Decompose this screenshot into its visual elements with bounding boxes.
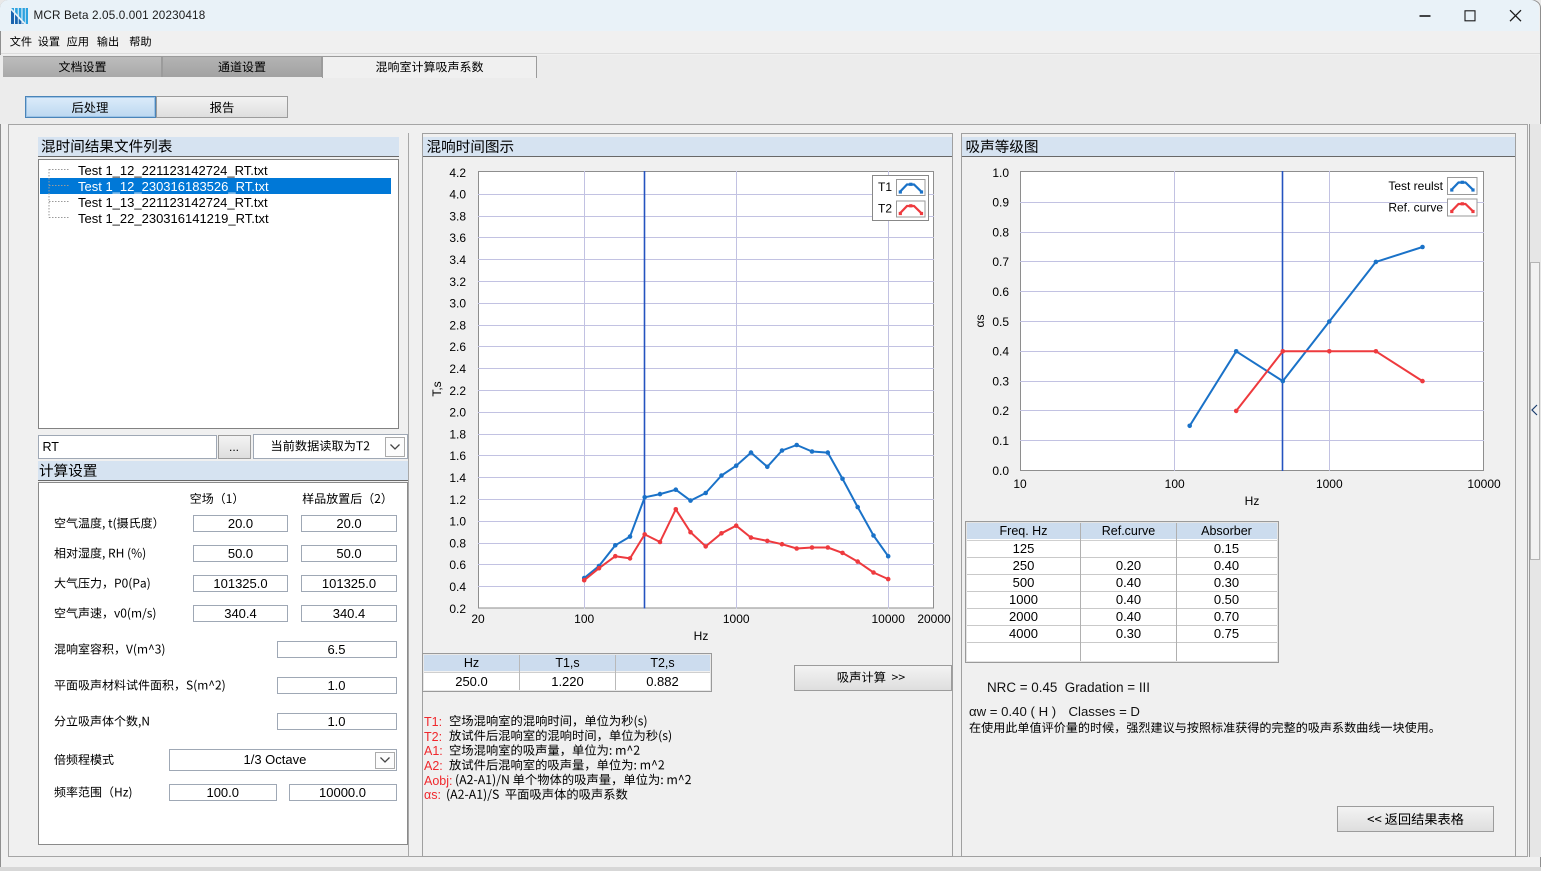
svg-text:100: 100 <box>1165 477 1185 491</box>
svg-text:0.1: 0.1 <box>992 434 1009 448</box>
svg-text:10000: 10000 <box>1467 477 1501 491</box>
svg-text:0.9: 0.9 <box>992 196 1009 210</box>
svg-text:0.0: 0.0 <box>992 464 1009 478</box>
svg-text:0.5: 0.5 <box>992 315 1009 329</box>
svg-text:αs: αs <box>973 315 987 328</box>
svg-text:0.3: 0.3 <box>992 374 1009 388</box>
svg-text:Hz: Hz <box>1245 494 1260 508</box>
svg-text:Test reulst: Test reulst <box>1388 179 1443 193</box>
svg-text:0.2: 0.2 <box>992 404 1009 418</box>
svg-text:0.7: 0.7 <box>992 255 1009 269</box>
svg-text:0.8: 0.8 <box>992 225 1009 239</box>
svg-text:10: 10 <box>1013 477 1027 491</box>
svg-text:0.6: 0.6 <box>992 285 1009 299</box>
svg-text:Ref. curve: Ref. curve <box>1388 201 1443 215</box>
svg-text:0.4: 0.4 <box>992 345 1009 359</box>
svg-text:1.0: 1.0 <box>992 166 1009 180</box>
svg-text:1000: 1000 <box>1316 477 1343 491</box>
